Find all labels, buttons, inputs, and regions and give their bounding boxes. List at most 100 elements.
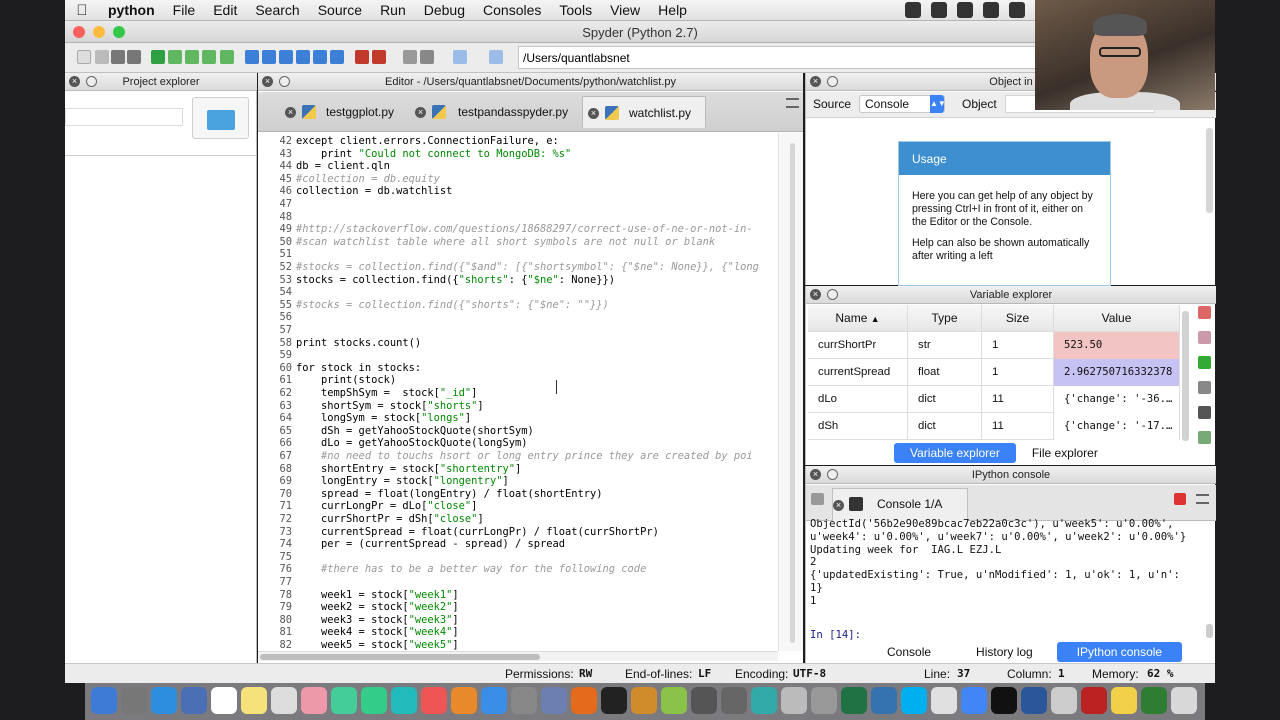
code-line[interactable]: 73 currentSpread = float(currLongPr) / f…	[258, 526, 778, 539]
code-line[interactable]: 76 #there has to be a better way for the…	[258, 563, 778, 576]
horizontal-scrollbar[interactable]	[258, 651, 778, 661]
pycharm-icon[interactable]	[991, 687, 1017, 714]
app-icon[interactable]	[961, 687, 987, 714]
app-icon[interactable]	[871, 687, 897, 714]
code-line[interactable]: 58 print stocks.count()	[258, 337, 778, 350]
run-selection-icon[interactable]	[202, 50, 216, 64]
stop-icon[interactable]	[1174, 493, 1186, 505]
code-line[interactable]: 61 print(stock)	[258, 374, 778, 387]
code-line[interactable]: 56	[258, 311, 778, 324]
column-value[interactable]: Value	[1054, 305, 1180, 332]
code-line[interactable]: 50 #scan watchlist table where all short …	[258, 236, 778, 249]
camera-icon[interactable]	[905, 2, 921, 18]
table-row[interactable]: currShortPr str 1 523.50	[808, 332, 1180, 359]
tab-console[interactable]: Console	[866, 642, 952, 662]
scroll-thumb[interactable]	[790, 143, 795, 643]
code-area[interactable]: 42 except client.errors.ConnectionFailure…	[258, 133, 778, 651]
apple-icon[interactable]: 	[65, 2, 99, 19]
tab-watchlist[interactable]: × watchlist.py	[582, 96, 706, 128]
code-line[interactable]: 60 for stock in stocks:	[258, 362, 778, 375]
tab-file-explorer[interactable]: File explorer	[1016, 443, 1114, 463]
close-pane-icon[interactable]: ×	[810, 469, 821, 480]
step-icon[interactable]	[262, 50, 276, 64]
code-line[interactable]: 70 spread = float(longEntry) / float(sho…	[258, 488, 778, 501]
fullscreen-icon[interactable]	[372, 50, 386, 64]
maximize-pane-icon[interactable]	[355, 50, 369, 64]
code-line[interactable]: 71 currLongPr = dLo["close"]	[258, 500, 778, 513]
code-line[interactable]: 64 longSym = stock["longs"]	[258, 412, 778, 425]
skype-icon[interactable]	[901, 687, 927, 714]
run-cell-advance-icon[interactable]	[185, 50, 199, 64]
preview-icon[interactable]	[181, 687, 207, 714]
app-icon[interactable]	[541, 687, 567, 714]
code-line[interactable]: 48	[258, 211, 778, 224]
excel-icon[interactable]	[841, 687, 867, 714]
tab-ipython-console[interactable]: IPython console	[1056, 642, 1183, 662]
close-pane-icon[interactable]: ×	[262, 76, 273, 87]
app-icon[interactable]	[931, 687, 957, 714]
column-size[interactable]: Size	[982, 305, 1054, 332]
finder-icon[interactable]	[91, 687, 117, 714]
menu-edit[interactable]: Edit	[204, 0, 246, 21]
code-line[interactable]: 72 currShortPr = dSh["close"]	[258, 513, 778, 526]
source-select[interactable]: Console ▲▼	[859, 95, 946, 113]
code-line[interactable]: 62 tempShSym = stock["_id"]	[258, 387, 778, 400]
code-line[interactable]: 65 dSh = getYahooStockQuote(shortSym)	[258, 425, 778, 438]
acrobat-icon[interactable]	[1081, 687, 1107, 714]
vertical-scrollbar[interactable]	[1206, 128, 1213, 213]
code-line[interactable]: 59	[258, 349, 778, 362]
tab-variable-explorer[interactable]: Variable explorer	[894, 443, 1016, 463]
save-as-icon[interactable]	[1198, 406, 1211, 419]
word-icon[interactable]	[1021, 687, 1047, 714]
working-directory-input[interactable]	[518, 46, 1038, 69]
code-line[interactable]: 55 #stocks = collection.find({"shorts": {…	[258, 299, 778, 312]
code-line[interactable]: 57	[258, 324, 778, 337]
bluetooth-icon[interactable]	[983, 2, 999, 18]
code-line[interactable]: 52 #stocks = collection.find({"$and": [{"…	[258, 261, 778, 274]
options-icon[interactable]	[1198, 431, 1211, 444]
menu-debug[interactable]: Debug	[415, 0, 474, 21]
close-tab-icon[interactable]: ×	[833, 500, 844, 511]
undock-pane-icon[interactable]	[86, 76, 97, 87]
app-icon[interactable]	[751, 687, 777, 714]
debug-icon[interactable]	[245, 50, 259, 64]
forward-arrow-icon[interactable]	[489, 50, 503, 64]
step-into-icon[interactable]	[279, 50, 293, 64]
notes-icon[interactable]	[241, 687, 267, 714]
undock-pane-icon[interactable]	[827, 289, 838, 300]
code-line[interactable]: 63 shortSym = stock["shorts"]	[258, 400, 778, 413]
code-line[interactable]: 75	[258, 551, 778, 564]
table-row[interactable]: currentSpread float 1 2.962750716332378	[808, 359, 1180, 386]
app-icon[interactable]	[1051, 687, 1077, 714]
app-icon[interactable]	[1141, 687, 1167, 714]
app-icon[interactable]	[811, 687, 837, 714]
save-all-icon[interactable]	[127, 50, 141, 64]
undock-pane-icon[interactable]	[827, 469, 838, 480]
code-line[interactable]: 44 db = client.qln	[258, 160, 778, 173]
code-line[interactable]: 79 week2 = stock["week2"]	[258, 601, 778, 614]
code-line[interactable]: 54	[258, 286, 778, 299]
column-name[interactable]: Name ▲	[808, 305, 908, 332]
trash-icon[interactable]	[1171, 687, 1197, 714]
sublime-icon[interactable]	[631, 687, 657, 714]
project-filter-input[interactable]	[65, 108, 183, 126]
app-icon[interactable]	[781, 687, 807, 714]
close-pane-icon[interactable]: ×	[810, 289, 821, 300]
tab-history-log[interactable]: History log	[952, 642, 1057, 662]
save-icon[interactable]	[111, 50, 125, 64]
tabs-menu-icon[interactable]	[786, 98, 799, 108]
ibooks-icon[interactable]	[451, 687, 477, 714]
terminal-icon[interactable]	[601, 687, 627, 714]
app-store-icon[interactable]	[481, 687, 507, 714]
back-arrow-icon[interactable]	[453, 50, 467, 64]
code-line[interactable]: 77	[258, 576, 778, 589]
console-prompt[interactable]: In [14]:	[810, 629, 861, 641]
menu-file[interactable]: File	[164, 0, 205, 21]
code-line[interactable]: 51	[258, 248, 778, 261]
run-icon[interactable]	[151, 50, 165, 64]
options-icon[interactable]	[811, 493, 824, 505]
menu-run[interactable]: Run	[371, 0, 415, 21]
code-line[interactable]: 67 #no need to touchs hsort or long entr…	[258, 450, 778, 463]
save-icon[interactable]	[1198, 381, 1211, 394]
code-line[interactable]: 68 shortEntry = stock["shortentry"]	[258, 463, 778, 476]
